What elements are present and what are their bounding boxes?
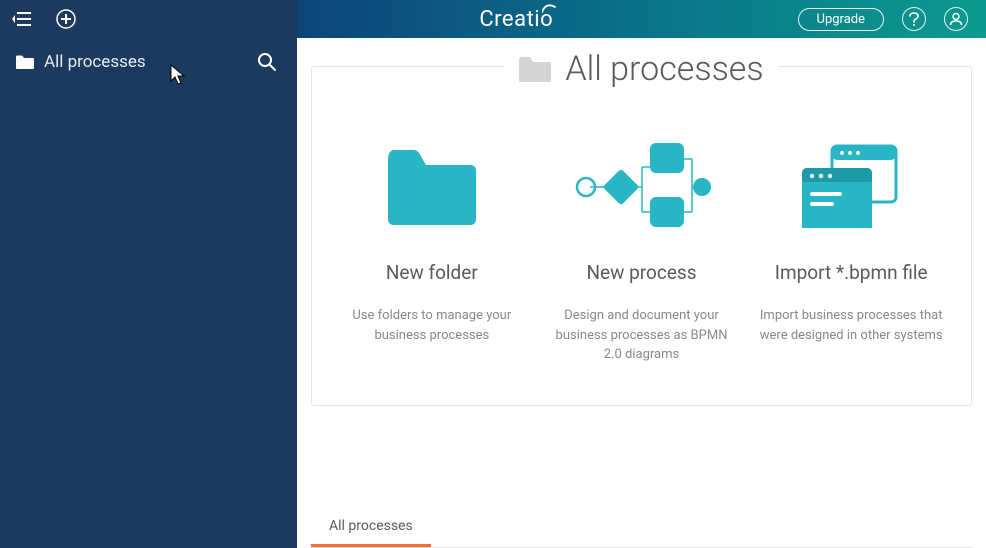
- import-bpmn-icon: [796, 137, 906, 237]
- tab-all-processes[interactable]: All processes: [311, 508, 431, 547]
- card-title: Import *.bpmn file: [775, 261, 928, 284]
- panel: All processes New folder Use folders to …: [311, 66, 972, 406]
- sidebar: All processes: [0, 0, 297, 548]
- help-icon: [909, 12, 919, 26]
- header: Creatio Upgrade: [297, 0, 986, 38]
- user-icon: [949, 12, 963, 26]
- card-desc: Design and document your business proces…: [550, 306, 734, 365]
- brand-accent-icon: [542, 4, 556, 14]
- search-icon[interactable]: [257, 52, 277, 72]
- plus-circle-icon: [56, 9, 76, 29]
- content: All processes New folder Use folders to …: [297, 38, 986, 548]
- card-title: New folder: [386, 261, 478, 284]
- card-new-folder[interactable]: New folder Use folders to manage your bu…: [332, 137, 532, 365]
- main: Creatio Upgrade: [297, 0, 986, 548]
- menu-collapse-icon: [12, 11, 32, 27]
- cards: New folder Use folders to manage your bu…: [332, 137, 951, 365]
- card-new-process[interactable]: New process Design and document your bus…: [542, 137, 742, 365]
- tabs: All processes: [311, 508, 972, 548]
- card-desc: Import business processes that were desi…: [759, 306, 943, 345]
- panel-title: All processes: [565, 49, 763, 89]
- brand-logo[interactable]: Creatio: [479, 7, 553, 32]
- sidebar-item-all-processes[interactable]: All processes: [0, 38, 297, 86]
- card-title: New process: [587, 261, 697, 284]
- folder-icon: [16, 55, 34, 69]
- upgrade-button[interactable]: Upgrade: [798, 8, 884, 31]
- sidebar-top: [0, 0, 297, 38]
- help-button[interactable]: [902, 7, 926, 31]
- card-import-bpmn[interactable]: Import *.bpmn file Import business proce…: [751, 137, 951, 365]
- add-button[interactable]: [56, 9, 76, 29]
- header-right: Upgrade: [798, 7, 968, 31]
- folder-icon: [519, 56, 551, 82]
- new-process-icon: [572, 137, 712, 237]
- menu-collapse-button[interactable]: [12, 11, 32, 27]
- profile-button[interactable]: [944, 7, 968, 31]
- sidebar-item-label: All processes: [44, 52, 247, 72]
- new-folder-icon: [384, 137, 480, 237]
- card-desc: Use folders to manage your business proc…: [340, 306, 524, 345]
